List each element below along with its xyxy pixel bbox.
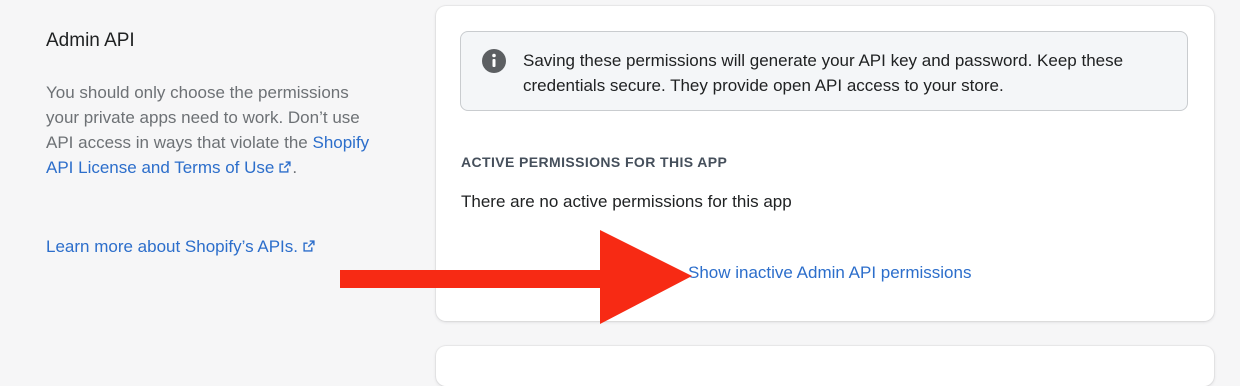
info-banner: Saving these permissions will generate y…: [460, 31, 1188, 111]
annotation-arrow: [340, 230, 692, 324]
section-description: Admin API You should only choose the per…: [46, 30, 376, 180]
next-card: [436, 346, 1214, 386]
no-permissions-text: There are no active permissions for this…: [461, 192, 792, 211]
learn-more-link[interactable]: Learn more about Shopify’s APIs.: [46, 237, 316, 257]
section-title: Admin API: [46, 30, 135, 51]
learn-more-label: Learn more about Shopify’s APIs.: [46, 237, 299, 256]
external-link-icon: [303, 240, 315, 252]
banner-text: Saving these permissions will generate y…: [523, 51, 1124, 95]
section-description-text: You should only choose the permissions y…: [46, 80, 376, 180]
active-permissions-heading: ACTIVE PERMISSIONS FOR THIS APP: [461, 154, 728, 170]
info-icon: [482, 49, 506, 73]
description-end: .: [292, 158, 298, 177]
show-inactive-permissions-link[interactable]: Show inactive Admin API permissions: [688, 263, 971, 283]
external-link-icon: [279, 161, 291, 173]
